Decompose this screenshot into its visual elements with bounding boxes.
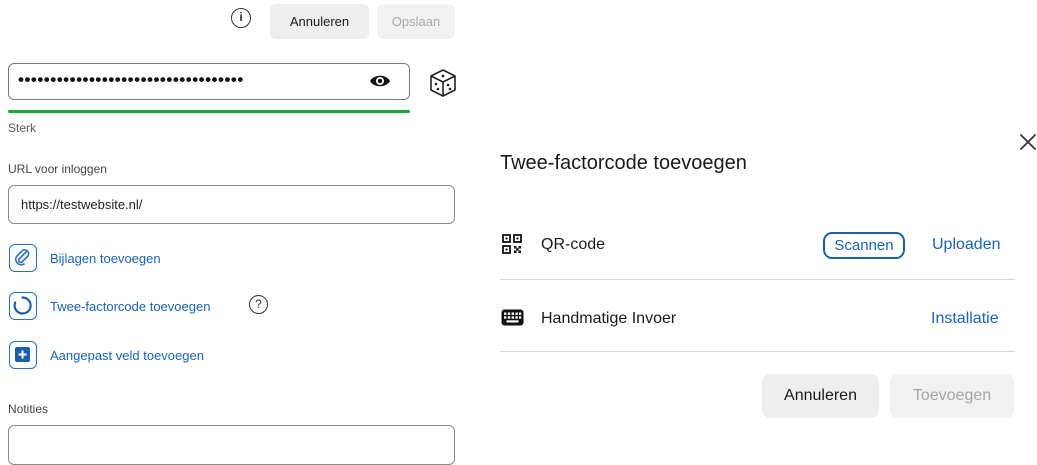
dialog-cancel-button[interactable]: Annuleren: [762, 374, 879, 418]
add-attachments-link[interactable]: Bijlagen toevoegen: [50, 251, 161, 266]
setup-link[interactable]: Installatie: [931, 310, 999, 328]
login-url-value: https://testwebsite.nl/: [21, 197, 143, 212]
help-icon[interactable]: ?: [249, 295, 268, 314]
manual-entry-label: Handmatige Invoer: [541, 310, 677, 327]
dialog-add-button[interactable]: Toevoegen: [890, 374, 1014, 418]
divider: [500, 279, 1015, 280]
qr-code-label: QR-code: [541, 236, 606, 253]
save-button[interactable]: Opslaan: [377, 4, 455, 39]
paperclip-icon[interactable]: [9, 244, 37, 272]
add-two-factor-link[interactable]: Twee-factorcode toevoegen: [50, 299, 210, 314]
notes-label: Notities: [8, 402, 49, 416]
dialog-title: Twee-factorcode toevoegen: [500, 152, 747, 174]
password-strength-label: Sterk: [8, 121, 37, 135]
eye-icon[interactable]: [369, 73, 391, 89]
info-icon[interactable]: i: [231, 8, 251, 28]
plus-square-icon[interactable]: [9, 341, 37, 369]
divider: [500, 351, 1015, 352]
password-strength-bar: [8, 110, 410, 113]
upload-link[interactable]: Uploaden: [932, 236, 1001, 254]
notes-input[interactable]: [8, 425, 455, 465]
keyboard-icon: [501, 309, 524, 326]
close-icon[interactable]: [1018, 132, 1037, 152]
qr-code-icon: [502, 234, 522, 254]
two-factor-icon[interactable]: [9, 292, 37, 320]
add-custom-field-link[interactable]: Aangepast veld toevoegen: [50, 348, 204, 363]
password-value: •••••••••••••••••••••••••••••••••••: [18, 70, 244, 89]
login-url-label: URL voor inloggen: [8, 162, 107, 176]
cancel-button[interactable]: Annuleren: [270, 4, 369, 39]
dice-icon[interactable]: [428, 68, 458, 98]
scan-button[interactable]: Scannen: [823, 232, 905, 259]
